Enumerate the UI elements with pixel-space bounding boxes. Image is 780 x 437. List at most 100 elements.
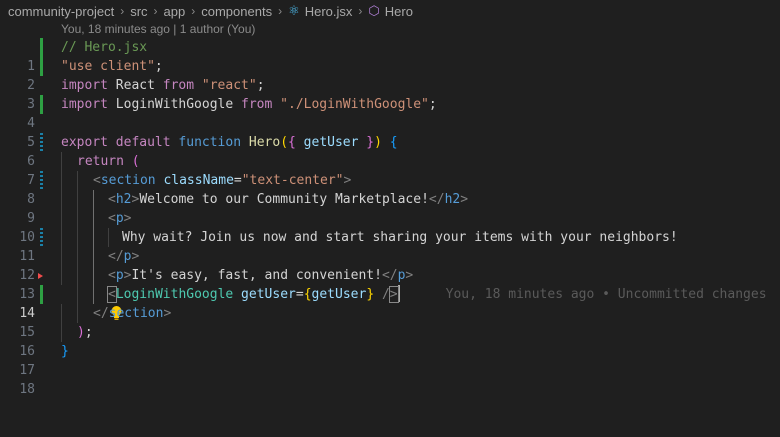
function-name: Hero: [241, 135, 281, 150]
breadcrumb-src[interactable]: src: [130, 4, 147, 19]
keyword-export: export: [61, 135, 108, 150]
tag-bracket: </: [108, 249, 124, 264]
import-name: LoginWithGoogle: [107, 97, 242, 112]
code-line[interactable]: 8 <section className="text-center">: [0, 171, 780, 207]
indent-guide: [61, 209, 62, 228]
tag-name: h2: [115, 192, 132, 207]
keyword-function: function: [170, 135, 242, 150]
parameter: getUser: [303, 135, 359, 150]
code-line[interactable]: 17 }: [0, 342, 780, 378]
tag-bracket: <: [93, 173, 101, 188]
tag-bracket: </: [381, 268, 398, 283]
jsx-text: Welcome to our Community Marketplace!: [139, 192, 429, 207]
diff-added-marker[interactable]: [40, 95, 43, 114]
semicolon: ;: [84, 325, 93, 340]
react-icon: ⚛: [288, 3, 300, 18]
indent-guide: [108, 228, 109, 247]
code-line[interactable]: 2 "use client";: [0, 57, 780, 93]
string-literal: "react": [194, 78, 257, 93]
attribute-name: className: [155, 173, 234, 188]
paren-close: ): [374, 135, 382, 150]
diff-modified-marker[interactable]: [40, 133, 43, 152]
breadcrumb-project[interactable]: community-project: [8, 4, 114, 19]
tag-name: h2: [444, 192, 461, 207]
tag-bracket: <: [108, 192, 116, 207]
lightbulb-icon[interactable]: [63, 286, 122, 320]
string-literal: "use client": [61, 59, 155, 74]
keyword-from: from: [162, 78, 195, 93]
code-line[interactable]: 12 </p>: [0, 247, 780, 283]
text-cursor: [397, 285, 400, 302]
code-line[interactable]: 6 export default function Hero({ getUser…: [0, 133, 780, 169]
indent-guide: [61, 323, 62, 342]
brace-open: {: [288, 135, 304, 150]
code-line[interactable]: 13 <p>It's easy, fast, and convenient!</…: [0, 266, 780, 302]
code-line[interactable]: 18: [0, 361, 780, 397]
breadcrumb-components[interactable]: components: [201, 4, 272, 19]
tag-bracket: <: [108, 268, 116, 283]
code-editor[interactable]: 1 // Hero.jsx 2 "use client"; 3 import R…: [0, 38, 780, 397]
body-brace-open: {: [381, 135, 398, 150]
body-brace-close: }: [61, 344, 69, 359]
paren-open: (: [280, 135, 289, 150]
code-line[interactable]: 4 import LoginWithGoogle from "./LoginWi…: [0, 95, 780, 131]
string-literal: "./LoginWithGoogle": [272, 97, 429, 112]
tag-bracket: >: [405, 268, 414, 283]
keyword-default: default: [107, 135, 171, 150]
diff-added-marker[interactable]: [40, 57, 43, 76]
indent-guide: [93, 190, 94, 209]
tag-bracket: </: [428, 192, 445, 207]
tag-bracket: >: [460, 192, 469, 207]
chevron-right-icon: ›: [153, 4, 158, 18]
chevron-right-icon: ›: [278, 4, 283, 18]
brace-close: }: [358, 135, 375, 150]
diff-modified-marker[interactable]: [40, 228, 43, 247]
paren-close: ): [77, 325, 85, 340]
code-line[interactable]: 3 import React from "react";: [0, 76, 780, 112]
semicolon: ;: [428, 97, 437, 112]
diff-added-marker[interactable]: [40, 285, 43, 304]
cube-icon: ⬡: [368, 3, 380, 18]
tag-bracket: <: [107, 286, 117, 303]
code-line[interactable]: 11 Why wait? Join us now and start shari…: [0, 228, 780, 264]
indent-guide: [77, 304, 78, 323]
tag-bracket: /: [374, 287, 390, 302]
indent-guide: [77, 266, 78, 285]
indent-guide: [61, 304, 62, 323]
breadcrumb-app[interactable]: app: [164, 4, 186, 19]
code-line[interactable]: 5: [0, 114, 780, 150]
comment: // Hero.jsx: [61, 40, 148, 55]
code-line[interactable]: 10 <p>: [0, 209, 780, 245]
keyword-from: from: [241, 97, 273, 112]
brace-open: {: [303, 287, 312, 302]
indent-guide: [61, 190, 62, 209]
code-line-current[interactable]: 14 <LoginWithGoogle getUser={getUser} />…: [0, 285, 780, 321]
tag-bracket: >: [388, 286, 399, 303]
indent-guide: [93, 209, 94, 228]
indent-guide: [77, 171, 78, 190]
code-line[interactable]: 9 <h2>Welcome to our Community Marketpla…: [0, 190, 780, 226]
attribute-name: getUser: [233, 287, 296, 302]
code-line[interactable]: 16 );: [0, 323, 780, 359]
code-line[interactable]: 1 // Hero.jsx: [0, 38, 780, 74]
diff-modified-marker[interactable]: [40, 171, 43, 190]
indent-guide: [77, 190, 78, 209]
breadcrumb-file[interactable]: Hero.jsx: [305, 4, 353, 19]
indent-guide: [77, 285, 78, 304]
component-name: LoginWithGoogle: [115, 287, 234, 302]
breadcrumb-symbol[interactable]: Hero: [385, 4, 413, 19]
codelens-blame[interactable]: You, 18 minutes ago | 1 author (You): [61, 22, 255, 39]
tag-name: section: [100, 173, 156, 188]
code-line[interactable]: 7 return (: [0, 152, 780, 188]
attribute-value: "text-center": [241, 173, 344, 188]
indent-guide: [61, 171, 62, 190]
diff-added-marker[interactable]: [40, 38, 43, 57]
diff-deleted-marker[interactable]: [38, 273, 43, 279]
tag-bracket: <: [108, 211, 116, 226]
tag-bracket: >: [123, 211, 132, 226]
code-line[interactable]: 15 </section>: [0, 304, 780, 340]
indent-guide: [61, 152, 62, 171]
tag-bracket: >: [131, 249, 140, 264]
expression-value: getUser: [311, 287, 367, 302]
jsx-text: Why wait? Join us now and start sharing …: [122, 230, 678, 245]
